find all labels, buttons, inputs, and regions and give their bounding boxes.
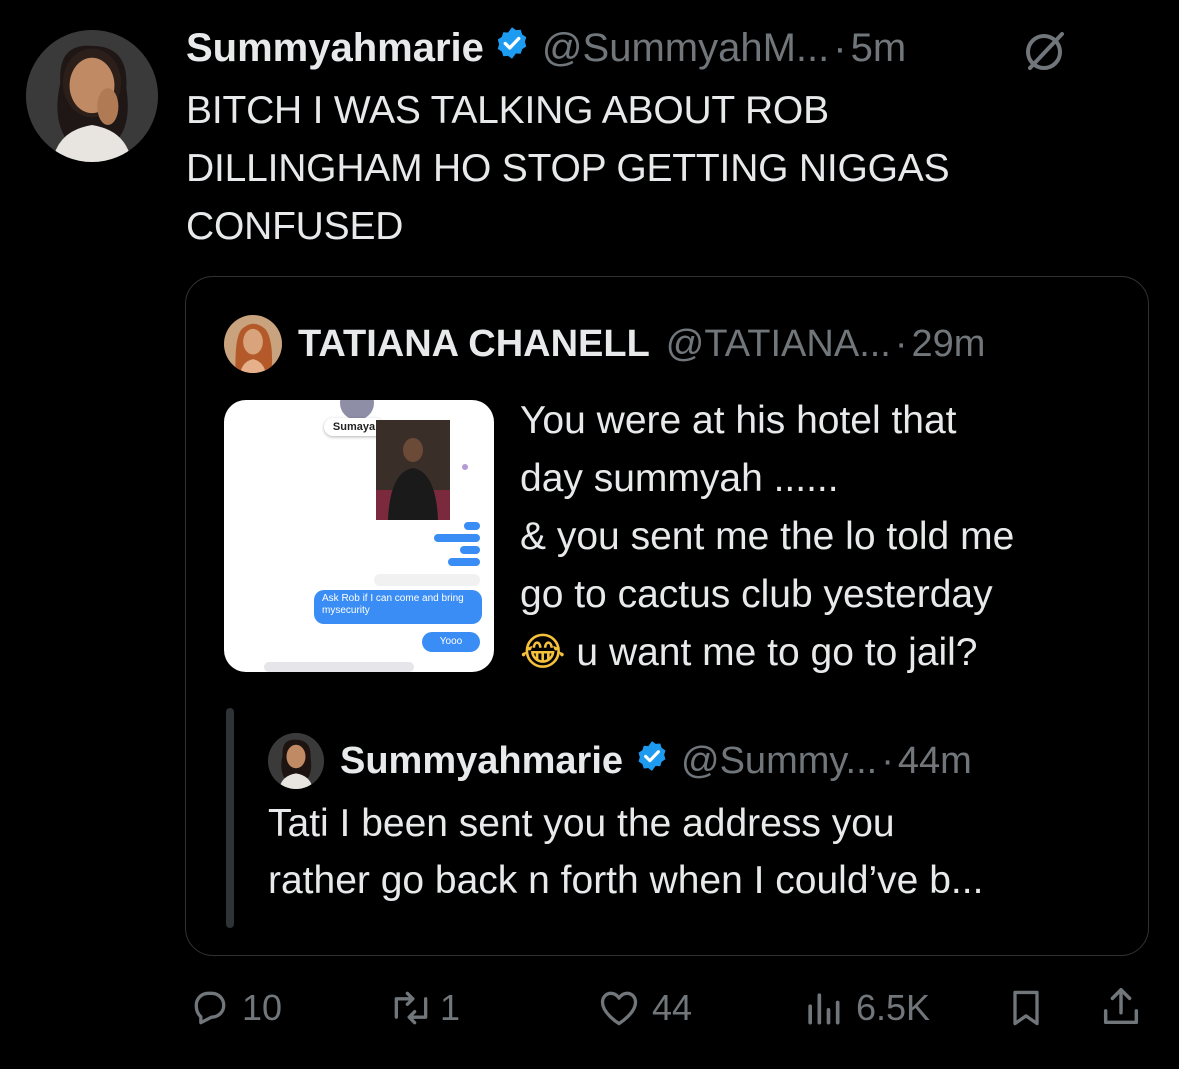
tweet-text-line: BITCH I WAS TALKING ABOUT ROB xyxy=(186,89,829,132)
author-avatar[interactable] xyxy=(26,30,158,162)
share-button[interactable] xyxy=(1098,984,1144,1030)
tweet-header: Summyahmarie @SummyahM... · 5m xyxy=(186,26,906,70)
reply-count: 10 xyxy=(242,987,283,1028)
repost-button[interactable]: 1 xyxy=(386,986,460,1030)
quote-author-name[interactable]: TATIANA CHANELL xyxy=(298,323,650,366)
nested-text-line: Tati I been sent you the address you xyxy=(268,802,895,845)
nested-text-line: rather go back n forth when I could’ve b… xyxy=(268,859,984,902)
quote-author-handle[interactable]: @TATIANA... xyxy=(666,323,891,366)
nested-author-handle[interactable]: @Summy... xyxy=(681,740,877,783)
quote-text-line: go to cactus club yesterday xyxy=(520,573,993,616)
quote-text-line: 😂 u want me to go to jail? xyxy=(520,630,978,675)
reply-button[interactable]: 10 xyxy=(188,986,282,1030)
quote-author-avatar xyxy=(224,315,282,373)
thread-line xyxy=(226,708,234,928)
message-bubble: Ask Rob if I can come and bring mysecuri… xyxy=(314,590,482,624)
repost-icon xyxy=(394,991,428,1025)
views-button[interactable]: 6.5K xyxy=(800,986,930,1030)
quote-media-screenshot[interactable]: Sumaya Ask Rob if I can come and bring m… xyxy=(224,400,494,672)
quote-text: You were at his hotel that day summyah .… xyxy=(520,392,1120,682)
repost-count: 1 xyxy=(440,987,461,1028)
separator-dot: · xyxy=(881,739,894,782)
share-icon xyxy=(1103,988,1139,1025)
timestamp[interactable]: 5m xyxy=(851,26,907,71)
laughing-emoji-icon: 😂 xyxy=(520,630,566,675)
nested-timestamp[interactable]: 44m xyxy=(898,740,972,783)
nested-author-name[interactable]: Summyahmarie xyxy=(340,740,623,783)
bookmark-button[interactable] xyxy=(1004,986,1048,1030)
tweet-text-line: CONFUSED xyxy=(186,205,404,248)
quote-header: TATIANA CHANELL @TATIANA... · 29m xyxy=(224,315,986,373)
bookmark-icon xyxy=(1013,990,1039,1026)
verified-badge-icon xyxy=(635,739,669,783)
quote-timestamp[interactable]: 29m xyxy=(912,323,986,366)
grok-icon[interactable] xyxy=(1020,26,1070,76)
contact-name: Sumaya xyxy=(324,418,384,436)
nested-quote-header: Summyahmarie @Summy... · 44m xyxy=(268,733,972,789)
separator-dot: · xyxy=(894,322,908,365)
heart-icon xyxy=(600,991,638,1026)
author-handle[interactable]: @SummyahM... xyxy=(542,26,829,71)
views-count: 6.5K xyxy=(856,987,931,1028)
tweet-text: BITCH I WAS TALKING ABOUT ROB DILLINGHAM… xyxy=(186,82,1086,256)
like-count: 44 xyxy=(652,987,693,1028)
nested-quote-text: Tati I been sent you the address you rat… xyxy=(268,795,1128,909)
quote-text-line: day summyah ...... xyxy=(520,457,839,500)
like-button[interactable]: 44 xyxy=(596,986,692,1030)
quote-text-line: You were at his hotel that xyxy=(520,399,957,442)
nested-author-avatar xyxy=(268,733,324,789)
quote-text-line: & you sent me the lo told me xyxy=(520,515,1015,558)
verified-badge-icon xyxy=(494,25,530,71)
views-chart-icon xyxy=(808,993,840,1025)
author-name[interactable]: Summyahmarie xyxy=(186,26,484,71)
photo-thumbnail xyxy=(376,420,450,520)
message-bubble: Yooo wya xyxy=(422,632,480,661)
separator-dot: · xyxy=(833,25,847,70)
tweet-text-line: DILLINGHAM HO STOP GETTING NIGGAS xyxy=(186,147,950,190)
reply-icon xyxy=(194,991,226,1025)
